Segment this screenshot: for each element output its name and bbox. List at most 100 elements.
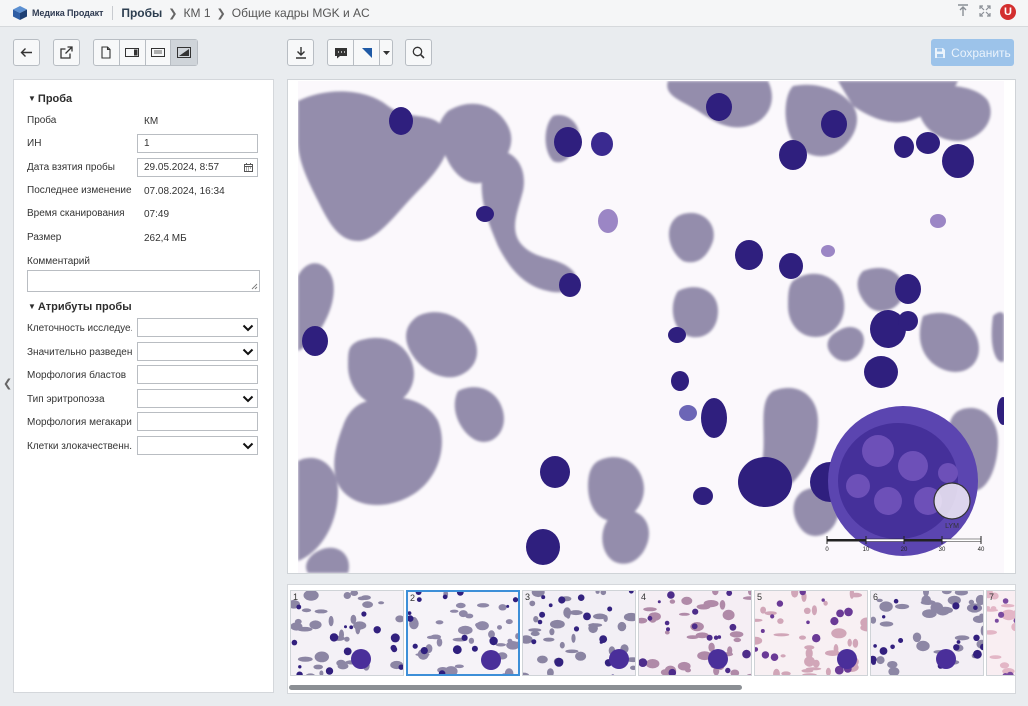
attributes-section-title: Атрибуты пробы (37, 301, 132, 313)
chevron-down-icon (242, 442, 254, 449)
thumbnail-image (408, 592, 518, 674)
horizontal-scrollbar[interactable] (289, 685, 742, 690)
brand-name: Медика Продакт (32, 8, 104, 18)
thumbnail-strip: 1 2 3 4 5 6 7 (287, 584, 1016, 694)
attribute-label: Морфология бластов (27, 370, 127, 381)
thumbnail[interactable]: 5 (754, 590, 868, 676)
calendar-icon[interactable] (244, 163, 253, 172)
attribute-label: Клеточность исследуе... (27, 323, 132, 334)
thumbnail-number: 1 (293, 592, 299, 602)
overview-view-button[interactable] (171, 40, 197, 65)
attribute-input[interactable] (137, 412, 258, 431)
back-button[interactable] (13, 39, 40, 66)
sample-value: КМ (144, 116, 159, 127)
caret-down-icon (382, 50, 390, 55)
annotation-icon (361, 47, 372, 58)
thumbnail[interactable]: 7 (986, 590, 1015, 676)
size-label: Размер (27, 232, 62, 243)
breadcrumb-samples[interactable]: Пробы (121, 6, 162, 20)
date-field-value: 29.05.2024, 8:57 (144, 162, 220, 173)
comment-label: Комментарий (27, 256, 90, 267)
chevron-right-icon: ❯ (168, 7, 178, 20)
save-label: Сохранить (951, 45, 1011, 60)
thumbnail[interactable]: 2 (406, 590, 520, 676)
breadcrumb-current: Общие кадры MGK и AC (231, 6, 370, 20)
thumbnail-number: 7 (989, 592, 995, 602)
breadcrumb-sample[interactable]: КМ 1 (184, 6, 211, 20)
id-field[interactable]: 1 (137, 134, 258, 153)
cube-logo-icon (13, 6, 27, 20)
annotation-dropdown[interactable] (380, 40, 392, 65)
toolbar: Сохранить (0, 27, 1028, 77)
save-icon (935, 47, 946, 58)
collapse-panel-icon[interactable]: ❮ (3, 377, 12, 390)
slide-view-button[interactable] (120, 40, 146, 65)
attributes-section-header[interactable]: ▼ Атрибуты пробы (28, 301, 132, 313)
image-viewer[interactable]: LYM 0 10 20 30 40 (287, 79, 1016, 574)
label-view-button[interactable] (146, 40, 172, 65)
thumbnail[interactable]: 3 (522, 590, 636, 676)
thumbnail-number: 2 (410, 593, 416, 603)
scale-tick-10: 10 (863, 547, 870, 553)
sample-info-panel: ▼ Проба Проба КМ ИН 1 Дата взятия пробы 2… (13, 79, 274, 693)
page-icon (101, 46, 111, 59)
chevron-down-icon (242, 348, 254, 355)
thumbnail-number: 5 (757, 592, 763, 602)
comment-button[interactable] (328, 40, 354, 65)
brand-logo[interactable]: Медика Продакт (12, 5, 103, 21)
attribute-select[interactable] (137, 341, 258, 361)
scan-time-value: 07:49 (144, 209, 170, 220)
chevron-right-icon: ❯ (216, 7, 226, 20)
attribute-input[interactable] (137, 365, 258, 384)
download-button[interactable] (287, 39, 314, 66)
breadcrumb: Пробы ❯ КМ 1 ❯ Общие кадры MGK и AC (121, 6, 369, 20)
thumbnail-number: 4 (641, 592, 647, 602)
chevron-down-icon (242, 395, 254, 402)
date-field[interactable]: 29.05.2024, 8:57 (137, 158, 258, 177)
scale-tick-20: 20 (901, 547, 908, 553)
top-bar: Медика Продакт Пробы ❯ КМ 1 ❯ Общие кадр… (0, 0, 1028, 27)
thumbnail[interactable]: 1 (290, 590, 404, 676)
thumbnail-image (871, 591, 983, 675)
back-icon (20, 48, 32, 57)
page-view-button[interactable] (94, 40, 120, 65)
thumbnail-number: 6 (873, 592, 879, 602)
modified-label: Последнее изменение (27, 185, 132, 196)
thumbnail-number: 3 (525, 592, 531, 602)
view-mode-group (93, 39, 198, 66)
annotation-tool-button[interactable] (354, 40, 380, 65)
id-label: ИН (27, 138, 42, 149)
attribute-select[interactable] (137, 388, 258, 408)
slide-icon (125, 48, 140, 57)
divider (112, 6, 114, 20)
date-label: Дата взятия пробы (27, 162, 115, 173)
lens-label: LYM (945, 523, 959, 530)
attribute-select[interactable] (137, 435, 258, 455)
open-external-button[interactable] (53, 39, 80, 66)
label-icon (150, 48, 165, 57)
attribute-label: Тип эритропоэза (27, 393, 105, 405)
attribute-select[interactable] (137, 318, 258, 337)
triangle-down-icon: ▼ (28, 302, 36, 311)
thumbnail[interactable]: 4 (638, 590, 752, 676)
thumbnail-image (291, 591, 403, 675)
zoom-button[interactable] (405, 39, 432, 66)
scale-tick-40: 40 (978, 547, 985, 553)
resize-handle-icon[interactable] (251, 283, 258, 290)
zoom-icon (412, 46, 425, 59)
comment-icon (334, 47, 347, 58)
pin-icon[interactable] (956, 4, 970, 20)
microscopy-image[interactable]: LYM 0 10 20 30 40 (298, 81, 1004, 573)
user-avatar[interactable]: U (1000, 4, 1016, 20)
save-button[interactable]: Сохранить (931, 39, 1014, 66)
open-external-icon (60, 46, 73, 59)
probe-section-header[interactable]: ▼ Проба (28, 93, 72, 105)
thumbnail-image (523, 591, 635, 675)
fullscreen-icon[interactable] (978, 4, 992, 20)
probe-section-title: Проба (37, 93, 73, 105)
size-value: 262,4 МБ (144, 233, 187, 244)
thumbnail[interactable]: 6 (870, 590, 984, 676)
comment-textarea[interactable] (27, 270, 260, 292)
attribute-label: Клетки злокачественн... (27, 440, 132, 452)
id-field-value: 1 (144, 138, 150, 149)
